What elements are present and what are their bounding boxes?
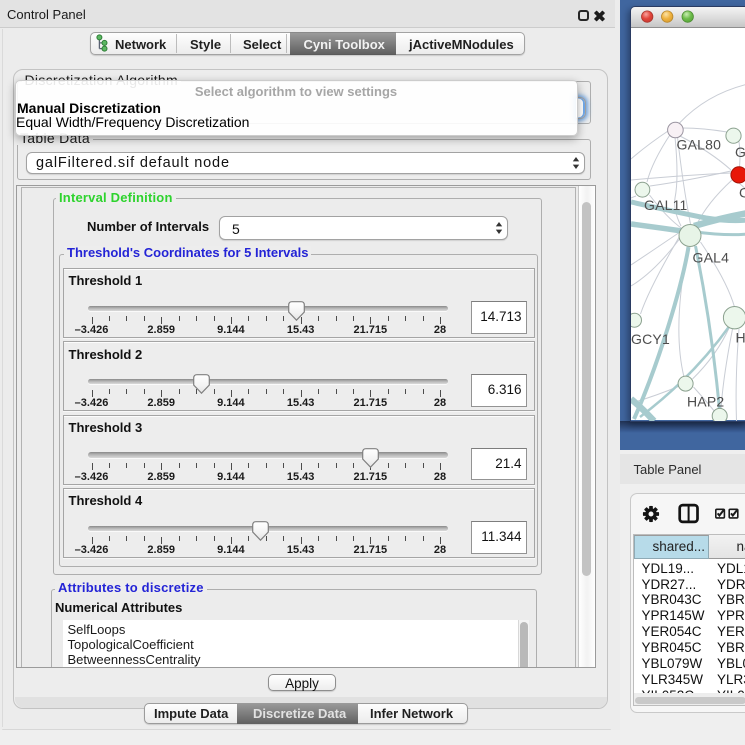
svg-text:H: H <box>736 329 745 345</box>
svg-text:GA: GA <box>735 144 745 160</box>
svg-text:GAL4: GAL4 <box>693 249 730 265</box>
svg-text:GCY1: GCY1 <box>631 331 670 347</box>
svg-text:HAP2: HAP2 <box>687 393 724 409</box>
svg-text:C: C <box>739 184 745 200</box>
svg-text:GAL11: GAL11 <box>644 197 688 213</box>
svg-text:GAL80: GAL80 <box>677 136 722 152</box>
